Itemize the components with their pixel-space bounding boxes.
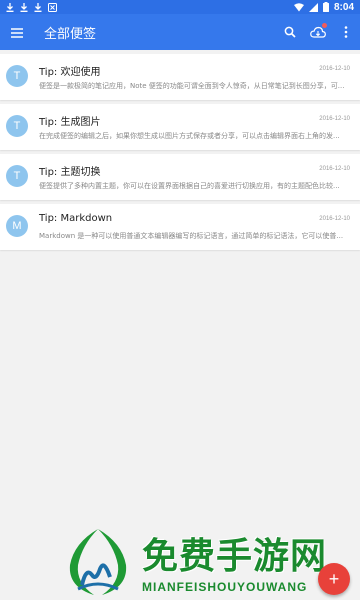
note-date: 2016-12-10: [319, 66, 350, 72]
battery-icon: [322, 2, 329, 12]
avatar: T: [6, 115, 28, 137]
app-bar: 全部便签: [0, 14, 360, 50]
watermark: 免费手游网 MIANFEISHOUYOUWANG: [62, 525, 352, 600]
status-left-icons: [6, 2, 57, 12]
menu-button[interactable]: [0, 14, 34, 50]
search-icon: [284, 23, 296, 42]
note-title: Tip: 生成图片: [39, 117, 101, 128]
notes-list: T Tip: 欢迎使用 2016-12-10 便签是一款极简的笔记应用，Note…: [0, 54, 360, 254]
status-right-icons: 8:04: [293, 1, 354, 13]
download-icon: [20, 2, 28, 12]
note-card[interactable]: T Tip: 欢迎使用 2016-12-10 便签是一款极简的笔记应用，Note…: [0, 54, 360, 100]
avatar: M: [6, 215, 28, 237]
note-preview: 在完成便签的编辑之后，如果你想生成以图片方式保存或者分享，可以点击编辑界面右上角…: [39, 132, 340, 140]
wifi-icon: [293, 2, 304, 12]
signal-icon: [308, 2, 318, 12]
note-date: 2016-12-10: [319, 116, 350, 122]
notification-dot: [322, 23, 327, 28]
note-title: Tip: 欢迎使用: [39, 67, 101, 78]
note-card[interactable]: M Tip: Markdown 2016-12-10 Markdown 是一种可…: [0, 204, 360, 250]
search-button[interactable]: [276, 14, 304, 50]
hamburger-icon: [11, 23, 23, 42]
note-date: 2016-12-10: [319, 166, 350, 172]
note-preview: 便签提供了多种内置主题，你可以在设置界面根据自己的喜爱进行切换应用，有的主题配色…: [39, 182, 340, 190]
note-card[interactable]: T Tip: 生成图片 2016-12-10 在完成便签的编辑之后，如果你想生成…: [0, 104, 360, 150]
avatar: T: [6, 165, 28, 187]
note-date: 2016-12-10: [319, 216, 350, 222]
watermark-logo-icon: [69, 529, 127, 595]
more-button[interactable]: [332, 14, 360, 50]
watermark-subtitle: MIANFEISHOUYOUWANG: [142, 580, 308, 594]
note-title: Tip: Markdown: [39, 213, 113, 224]
note-title: Tip: 主题切换: [39, 167, 101, 178]
avatar: T: [6, 65, 28, 87]
add-note-button[interactable]: +: [318, 563, 350, 595]
close-box-icon: [48, 2, 57, 12]
watermark-title: 免费手游网: [142, 536, 328, 577]
status-bar: 8:04: [0, 0, 360, 14]
download-icon: [34, 2, 42, 12]
status-time: 8:04: [333, 1, 354, 13]
note-preview: 便签是一款极简的笔记应用，Note 便签的功能可谓全面到令人惊奇，从日常笔记到长…: [39, 82, 345, 90]
more-vert-icon: [344, 23, 348, 42]
page-title: 全部便签: [44, 26, 97, 42]
note-preview: Markdown 是一种可以使用普通文本编辑器编写的标记语言，通过简单的标记语法…: [39, 232, 344, 240]
note-card[interactable]: T Tip: 主题切换 2016-12-10 便签提供了多种内置主题，你可以在设…: [0, 154, 360, 200]
download-icon: [6, 2, 14, 12]
cloud-sync-button[interactable]: [304, 14, 332, 50]
